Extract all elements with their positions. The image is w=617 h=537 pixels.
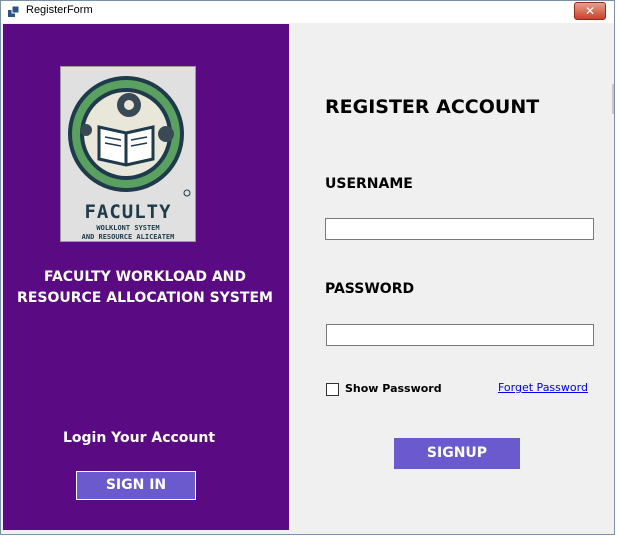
username-label: USERNAME: [325, 176, 413, 192]
scrollbar[interactable]: [612, 84, 614, 114]
close-button[interactable]: ✕: [574, 2, 606, 20]
logo-subtitle-2: AND RESOURCE ALICEATEM: [81, 233, 175, 241]
login-heading: Login Your Account: [62, 430, 216, 446]
register-window: RegisterForm ✕ FACULTY WOLKLONT SYSTEM A…: [0, 0, 615, 535]
register-title: REGISTER ACCOUNT: [325, 96, 540, 118]
title-bar[interactable]: RegisterForm ✕: [1, 1, 614, 23]
password-label: PASSWORD: [325, 281, 415, 297]
sign-in-button[interactable]: SIGN IN: [76, 471, 196, 500]
window-title: RegisterForm: [26, 4, 93, 16]
left-panel: FACULTY WOLKLONT SYSTEM AND RESOURCE ALI…: [3, 24, 289, 530]
form-client-area: FACULTY WOLKLONT SYSTEM AND RESOURCE ALI…: [3, 24, 614, 534]
show-password-label[interactable]: Show Password: [345, 382, 442, 395]
forget-password-link[interactable]: Forget Password: [498, 381, 588, 394]
signup-button[interactable]: SIGNUP: [394, 438, 520, 469]
password-input[interactable]: [326, 324, 594, 346]
app-icon: [8, 6, 20, 17]
system-title-line-2: RESOURCE ALLOCATION SYSTEM: [17, 290, 273, 306]
username-input[interactable]: [325, 218, 594, 240]
faculty-logo: FACULTY WOLKLONT SYSTEM AND RESOURCE ALI…: [60, 66, 196, 242]
show-password-checkbox[interactable]: [326, 383, 339, 396]
logo-title: FACULTY: [84, 201, 172, 223]
logo-subtitle-1: WOLKLONT SYSTEM: [96, 224, 160, 232]
system-title: FACULTY WORKLOAD AND RESOURCE ALLOCATION…: [13, 267, 277, 309]
system-title-line-1: FACULTY WORKLOAD AND: [43, 269, 247, 285]
